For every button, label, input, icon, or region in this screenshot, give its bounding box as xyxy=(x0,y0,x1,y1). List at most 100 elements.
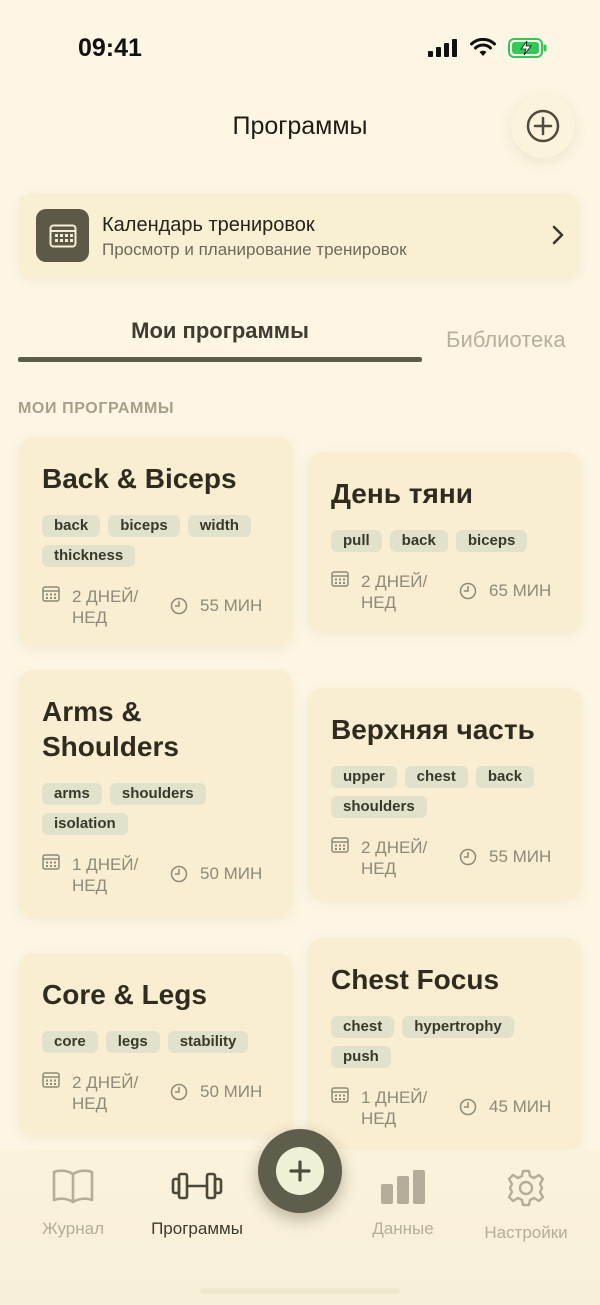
tag: arms xyxy=(42,783,102,805)
program-title: Chest Focus xyxy=(331,964,500,995)
tag: thickness xyxy=(42,545,136,567)
program-meta: 2 ДНЕЙ/ НЕД 55 МИН xyxy=(42,586,262,628)
tag: shoulders xyxy=(331,796,427,818)
program-meta: 2 ДНЕЙ/ НЕД 55 МИН xyxy=(331,837,551,879)
program-meta: 2 ДНЕЙ/ НЕД 65 МИН xyxy=(331,571,551,613)
program-tags: arms shoulders isolation xyxy=(42,783,277,835)
status-bar: 09:41 xyxy=(0,0,600,96)
tabbar-item-journal[interactable]: Журнал xyxy=(28,1168,118,1239)
program-title: Верхняя часть xyxy=(331,714,535,745)
calendar-subtitle: Просмотр и планирование тренировок xyxy=(102,240,407,259)
program-tags: back biceps width thickness xyxy=(42,515,277,567)
tag: core xyxy=(42,1031,98,1053)
tabbar-item-settings[interactable]: Настройки xyxy=(476,1168,576,1243)
calendar-title: Календарь тренировок xyxy=(102,214,315,236)
tag: isolation xyxy=(42,813,128,835)
tag: back xyxy=(389,530,448,552)
tag: pull xyxy=(331,530,382,552)
program-tags: upper chest back shoulders xyxy=(331,766,566,818)
wifi-icon xyxy=(470,38,496,56)
program-duration: 50 МИН xyxy=(200,1082,263,1101)
page-title: Программы xyxy=(232,112,368,140)
clock-icon xyxy=(459,1098,477,1116)
tag: chest xyxy=(331,1016,395,1038)
tag: biceps xyxy=(455,530,528,552)
calendar-small-icon xyxy=(42,586,60,602)
program-card[interactable]: Верхняя часть upper chest back shoulders… xyxy=(307,688,582,900)
program-title: Back & Biceps xyxy=(42,463,237,494)
tag: upper xyxy=(331,766,397,788)
program-duration: 50 МИН xyxy=(200,864,263,883)
tag: shoulders xyxy=(109,783,206,805)
program-card[interactable]: Back & Biceps back biceps width thicknes… xyxy=(18,437,293,647)
clock-icon xyxy=(170,1083,188,1101)
tabbar-label-programs: Программы xyxy=(151,1219,243,1238)
program-tags: core legs stability xyxy=(42,1031,277,1053)
section-label: МОИ ПРОГРАММЫ xyxy=(18,400,175,417)
program-card[interactable]: Core & Legs core legs stability 2 ДНЕЙ/ … xyxy=(18,953,293,1135)
status-time: 09:41 xyxy=(78,34,142,62)
program-card[interactable]: Arms & Shoulders arms shoulders isolatio… xyxy=(18,670,293,917)
add-workout-button[interactable] xyxy=(258,1129,342,1213)
program-duration: 65 МИН xyxy=(489,581,552,600)
tag: back xyxy=(475,766,535,788)
bar-chart-icon xyxy=(381,1170,425,1204)
tag: back xyxy=(42,515,101,537)
tab-library[interactable]: Библиотека xyxy=(446,327,566,353)
status-icons xyxy=(428,38,548,58)
book-icon xyxy=(52,1169,94,1204)
tabbar-label-journal: Журнал xyxy=(41,1219,105,1238)
signal-icon xyxy=(428,39,457,57)
calendar-small-icon xyxy=(331,571,349,587)
calendar-small-icon xyxy=(42,1072,60,1088)
program-days: 1 ДНЕЙ/ НЕД xyxy=(361,1088,428,1128)
program-card[interactable]: Chest Focus chest hypertrophy push 1 ДНЕ… xyxy=(307,938,582,1150)
calendar-card[interactable]: Календарь тренировок Просмотр и планиров… xyxy=(18,193,580,279)
program-duration: 55 МИН xyxy=(489,847,552,866)
calendar-small-icon xyxy=(331,1087,349,1103)
plus-circle-icon xyxy=(526,109,560,143)
tabbar-label-data: Данные xyxy=(372,1219,434,1238)
calendar-small-icon xyxy=(42,854,60,870)
program-card[interactable]: День тяни pull back biceps 2 ДНЕЙ/ НЕД 6… xyxy=(307,452,582,632)
program-meta: 2 ДНЕЙ/ НЕД 50 МИН xyxy=(42,1072,262,1114)
program-title: Arms & Shoulders xyxy=(42,696,179,762)
tag: hypertrophy xyxy=(402,1016,514,1038)
program-tags: chest hypertrophy push xyxy=(331,1016,566,1068)
fab-inner xyxy=(276,1147,324,1195)
program-title: Core & Legs xyxy=(42,979,207,1010)
tag: stability xyxy=(167,1031,249,1053)
add-program-button[interactable] xyxy=(511,94,575,158)
tag: width xyxy=(187,515,251,537)
calendar-small-icon xyxy=(331,837,349,853)
program-days: 2 ДНЕЙ/ НЕД xyxy=(361,572,428,612)
program-duration: 55 МИН xyxy=(200,596,263,615)
tag: push xyxy=(331,1046,391,1068)
active-tab-indicator xyxy=(18,357,422,362)
plus-icon xyxy=(289,1160,311,1182)
tag: legs xyxy=(105,1031,160,1053)
program-title: День тяни xyxy=(331,478,473,509)
tabbar-item-data[interactable]: Данные xyxy=(360,1168,446,1239)
program-days: 2 ДНЕЙ/ НЕД xyxy=(72,587,139,627)
program-duration: 45 МИН xyxy=(489,1097,552,1116)
clock-icon xyxy=(459,582,477,600)
clock-icon xyxy=(459,848,477,866)
tabbar-label-settings: Настройки xyxy=(484,1223,568,1242)
tab-my-programs[interactable]: Мои программы xyxy=(18,318,422,344)
program-meta: 1 ДНЕЙ/ НЕД 50 МИН xyxy=(42,854,262,896)
calendar-icon-box xyxy=(36,209,89,262)
chevron-right-icon xyxy=(552,225,564,245)
tag: biceps xyxy=(108,515,180,537)
program-days: 2 ДНЕЙ/ НЕД xyxy=(72,1073,139,1113)
clock-icon xyxy=(170,865,188,883)
gear-icon xyxy=(507,1169,545,1207)
tabbar-item-programs[interactable]: Программы xyxy=(138,1168,256,1239)
tag: chest xyxy=(404,766,468,788)
program-days: 1 ДНЕЙ/ НЕД xyxy=(72,855,139,895)
program-tags: pull back biceps xyxy=(331,530,566,552)
battery-charging-icon xyxy=(508,38,547,58)
home-indicator xyxy=(200,1288,400,1294)
calendar-icon xyxy=(49,224,76,247)
clock-icon xyxy=(170,597,188,615)
